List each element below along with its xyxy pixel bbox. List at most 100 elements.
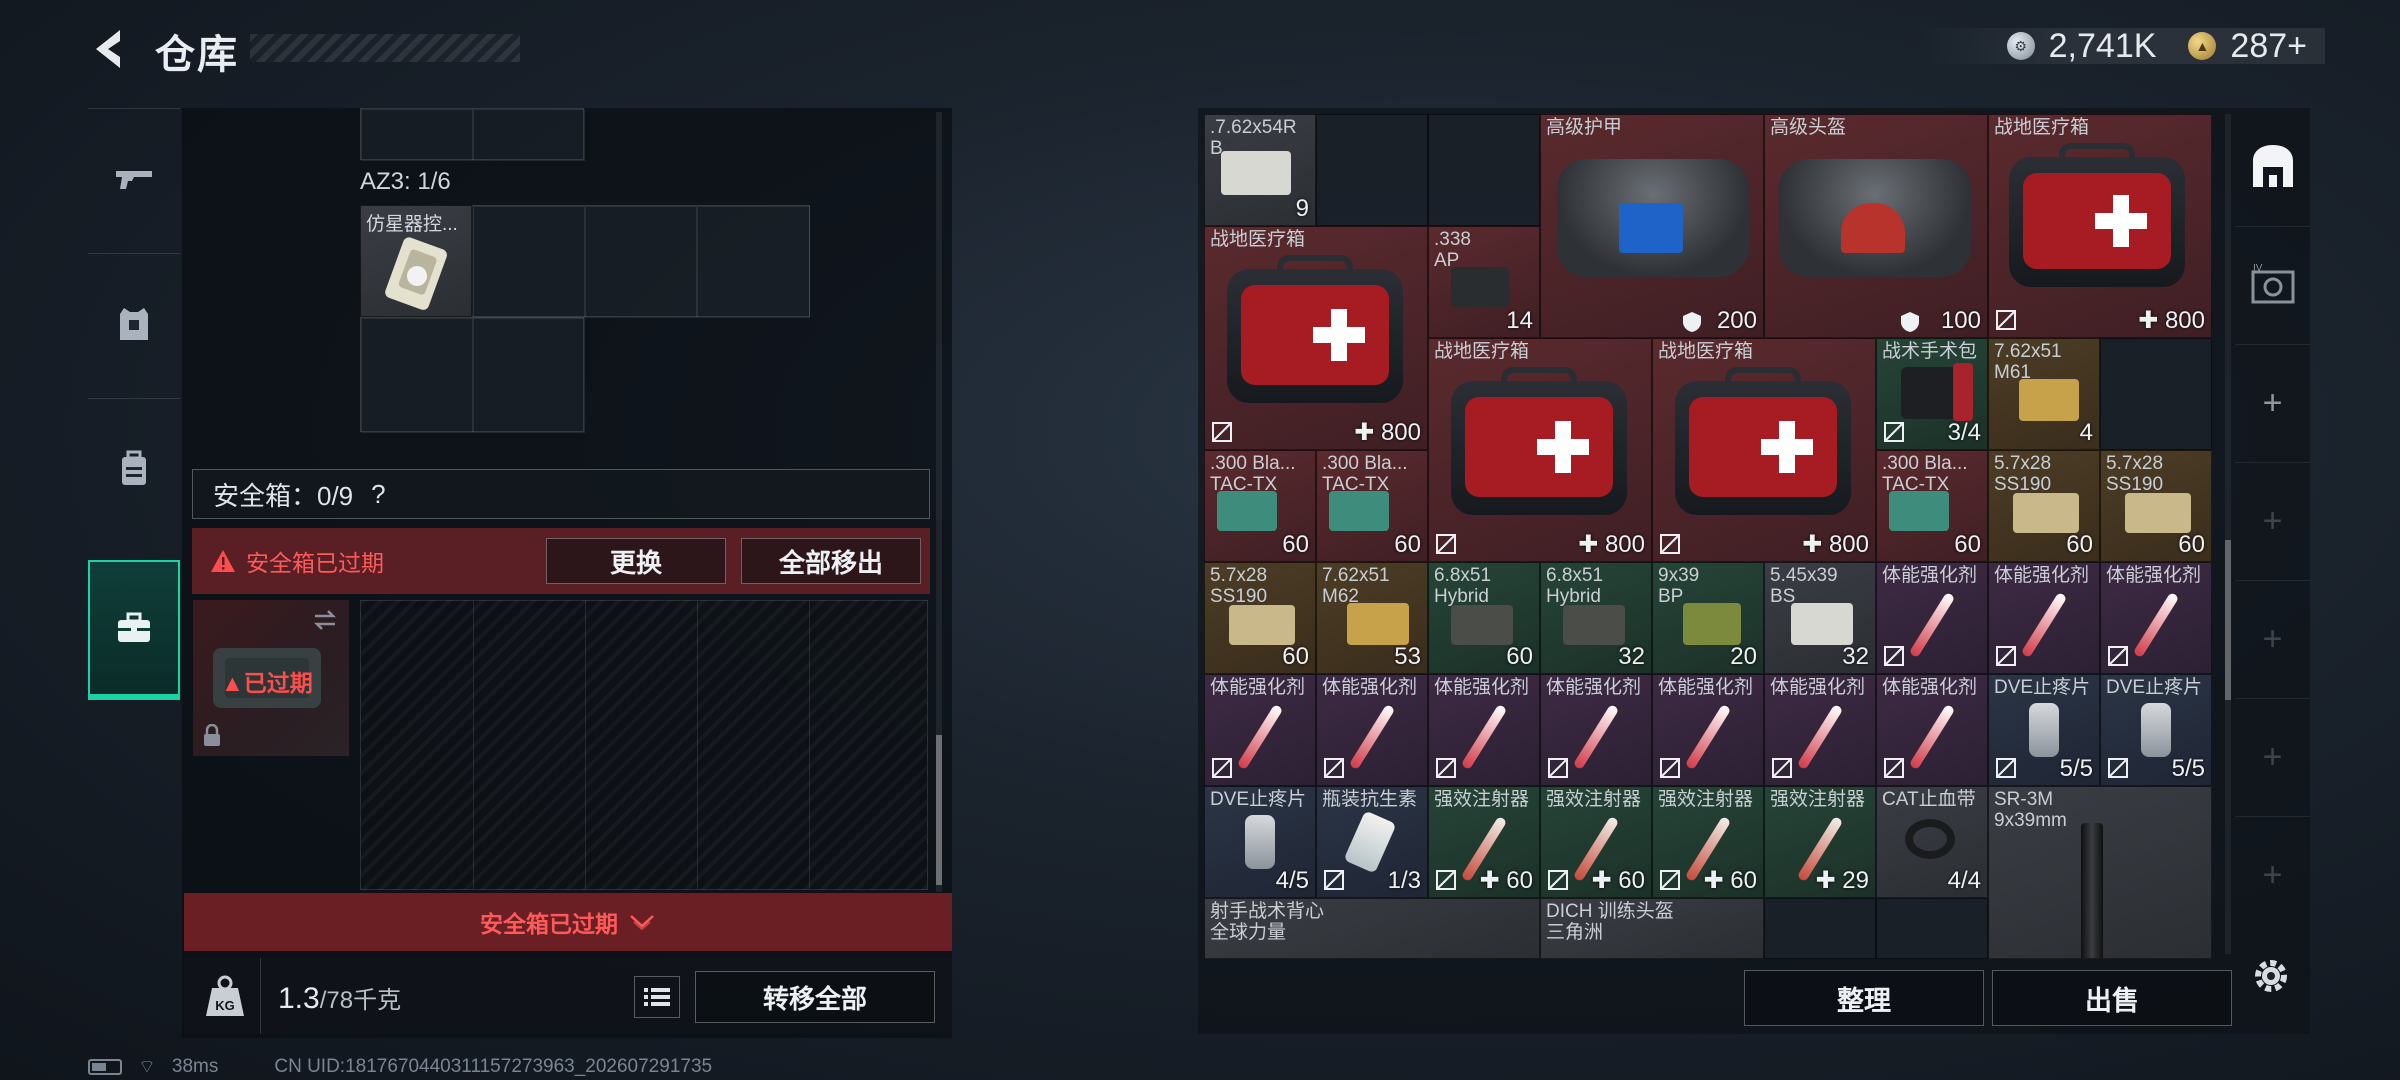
item-quantity: 200 <box>1716 307 1757 334</box>
safebox-expired-footer[interactable]: 安全箱已过期 <box>184 893 952 951</box>
right-scrollbar-track[interactable] <box>2225 114 2231 954</box>
inventory-slot[interactable]: 强效注射器 ✚ 60 <box>1652 786 1764 898</box>
inventory-slot[interactable]: 高级护甲 200 <box>1540 114 1764 338</box>
inventory-slot[interactable]: 体能强化剂 <box>1876 674 1988 786</box>
remove-all-button[interactable]: 全部移出 <box>741 538 921 584</box>
inventory-slot[interactable]: 体能强化剂 <box>1876 562 1988 674</box>
inventory-slot[interactable]: 体能强化剂 <box>1540 674 1652 786</box>
az3-item-slot[interactable]: 仿星器控... <box>360 205 472 317</box>
inventory-slot[interactable]: 瓶装抗生素 1/3 <box>1316 786 1428 898</box>
rail-add-slot[interactable]: + <box>2235 344 2310 462</box>
inventory-slot[interactable]: 强效注射器 ✚ 29 <box>1764 786 1876 898</box>
empty-slot[interactable] <box>1876 898 1988 959</box>
chevron-down-icon[interactable] <box>628 912 656 932</box>
warehouse-icon <box>2252 145 2293 187</box>
item-quantity: 60 <box>2066 531 2093 558</box>
inventory-slot[interactable]: 9x39 BP 20 <box>1652 562 1764 674</box>
inventory-slot[interactable]: DVE止疼片 4/5 <box>1204 786 1316 898</box>
inventory-slot[interactable]: .338 AP 14 <box>1428 226 1540 338</box>
inventory-slot[interactable]: .300 Bla... TAC-TX 60 <box>1316 450 1428 562</box>
nav-safebox[interactable] <box>88 560 180 700</box>
grid-cell[interactable] <box>361 318 473 433</box>
syringe-icon <box>2132 591 2180 659</box>
inventory-slot[interactable]: 体能强化剂 <box>1652 674 1764 786</box>
item-name: 体能强化剂 <box>1658 677 1754 698</box>
plus-icon: + <box>2262 856 2283 894</box>
inventory-slot[interactable]: DICH 训练头盔 三角洲 <box>1540 898 1764 959</box>
inventory-slot[interactable]: 5.45x39 BS 32 <box>1764 562 1876 674</box>
right-storage-rail: IV + + + + + <box>2235 108 2310 954</box>
inventory-slot[interactable]: CAT止血带 4/4 <box>1876 786 1988 898</box>
inventory-slot[interactable]: 体能强化剂 <box>1764 674 1876 786</box>
organize-button[interactable]: 整理 <box>1744 970 1984 1026</box>
inventory-slot[interactable]: 高级头盔 100 <box>1764 114 1988 338</box>
transfer-all-button[interactable]: 转移全部 <box>695 971 935 1023</box>
tourniquet-icon <box>1905 819 1955 859</box>
item-name: 体能强化剂 <box>1882 565 1978 586</box>
inventory-slot[interactable]: 6.8x51 Hybrid 60 <box>1428 562 1540 674</box>
safebox-header: 安全箱：0/9 ? <box>192 469 930 519</box>
grid-cell[interactable] <box>697 206 810 318</box>
safebox-grid[interactable] <box>360 600 928 890</box>
inventory-slot[interactable]: 体能强化剂 <box>1428 674 1540 786</box>
inventory-slot[interactable]: 战地医疗箱 ✚ 800 <box>1652 338 1876 562</box>
list-view-button[interactable] <box>634 976 680 1018</box>
replace-button[interactable]: 更换 <box>546 538 726 584</box>
rail-vault[interactable]: IV <box>2235 226 2310 344</box>
inventory-slot[interactable]: 5.7x28 SS190 60 <box>2100 450 2212 562</box>
empty-slot[interactable] <box>1316 114 1428 226</box>
inventory-slot[interactable]: 7.62x51 M61 4 <box>1988 338 2100 450</box>
empty-slot[interactable] <box>1764 898 1876 959</box>
inventory-slot[interactable]: 6.8x51 Hybrid 32 <box>1540 562 1652 674</box>
inventory-slot[interactable]: 体能强化剂 <box>1988 562 2100 674</box>
rail-add-slot[interactable]: + <box>2235 580 2310 698</box>
item-quantity: 32 <box>1618 643 1645 670</box>
empty-slot[interactable] <box>1428 114 1540 226</box>
inventory-slot[interactable]: .300 Bla... TAC-TX 60 <box>1876 450 1988 562</box>
safebox-thumbnail[interactable]: ▲已过期 <box>193 600 349 756</box>
grid-cell[interactable] <box>473 206 585 318</box>
gold-currency-value[interactable]: 287+ <box>2230 27 2307 66</box>
rail-add-slot[interactable]: + <box>2235 698 2310 816</box>
weight-kg-icon[interactable]: KG <box>204 974 246 1018</box>
inventory-slot[interactable]: 战地医疗箱 ✚ 800 <box>1988 114 2212 338</box>
nav-backpack[interactable] <box>88 398 180 538</box>
inventory-slot[interactable]: 7.62x51 M62 53 <box>1316 562 1428 674</box>
help-icon[interactable]: ? <box>371 479 385 510</box>
list-icon <box>644 988 670 1006</box>
swap-icon[interactable] <box>311 608 339 632</box>
left-scrollbar-thumb[interactable] <box>936 735 942 885</box>
inventory-slot[interactable]: 体能强化剂 <box>2100 562 2212 674</box>
rail-add-slot[interactable]: + <box>2235 816 2310 934</box>
sell-button[interactable]: 出售 <box>1992 970 2232 1026</box>
back-arrow-icon[interactable] <box>86 24 136 74</box>
inventory-slot[interactable]: 体能强化剂 <box>1204 674 1316 786</box>
nav-armor[interactable] <box>88 253 180 393</box>
inventory-slot[interactable]: 5.7x28 SS190 60 <box>1988 450 2100 562</box>
inventory-slot[interactable]: DVE止疼片 5/5 <box>2100 674 2212 786</box>
nav-weapons[interactable] <box>88 108 180 248</box>
inventory-slot[interactable]: 射手战术背心 全球力量 <box>1204 898 1540 959</box>
inventory-slot[interactable]: 强效注射器 ✚ 60 <box>1540 786 1652 898</box>
inventory-slot[interactable]: 强效注射器 ✚ 60 <box>1428 786 1540 898</box>
inventory-slot[interactable]: 战地医疗箱 ✚ 800 <box>1428 338 1652 562</box>
grid-cell[interactable] <box>473 318 585 433</box>
inventory-slot[interactable]: SR-3M 9x39mm <box>1988 786 2212 959</box>
ammo-box-icon <box>1563 605 1625 645</box>
inventory-slot[interactable]: 战术手术包 3/4 <box>1876 338 1988 450</box>
safebox-icon <box>118 612 150 642</box>
rail-add-slot[interactable]: + <box>2235 462 2310 580</box>
inventory-slot[interactable]: 5.7x28 SS190 60 <box>1204 562 1316 674</box>
inventory-slot[interactable]: DVE止疼片 5/5 <box>1988 674 2100 786</box>
ping-text: 38ms <box>171 1056 219 1077</box>
plus-icon: + <box>2262 384 2283 422</box>
inventory-slot[interactable]: 战地医疗箱 ✚ 800 <box>1204 226 1428 450</box>
settings-gear-icon[interactable] <box>2250 955 2292 997</box>
empty-slot[interactable] <box>2100 338 2212 450</box>
rail-warehouse[interactable] <box>2235 108 2310 226</box>
right-scrollbar-thumb[interactable] <box>2225 540 2231 700</box>
grid-cell[interactable] <box>585 206 697 318</box>
inventory-slot[interactable]: 体能强化剂 <box>1316 674 1428 786</box>
inventory-slot[interactable]: .7.62x54R B 9 <box>1204 114 1316 226</box>
inventory-slot[interactable]: .300 Bla... TAC-TX 60 <box>1204 450 1316 562</box>
